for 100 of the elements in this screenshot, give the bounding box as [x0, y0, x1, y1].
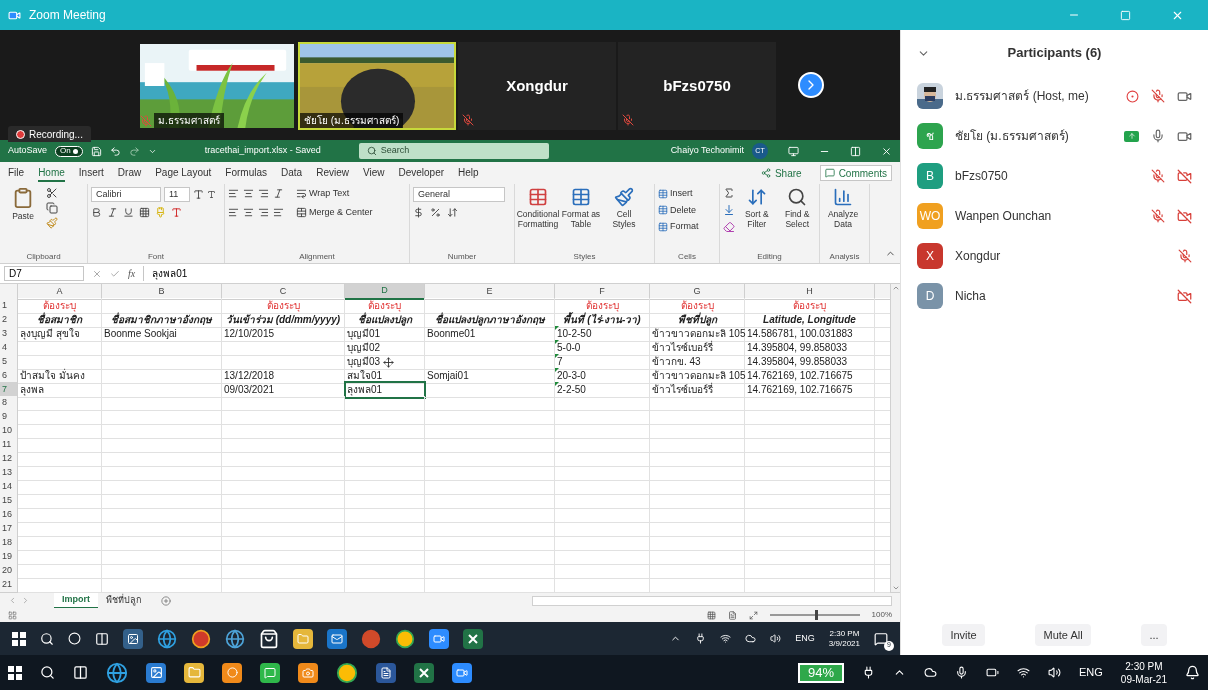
row-header[interactable]: 20 — [0, 564, 18, 579]
merge-center-button[interactable]: Merge & Center — [296, 205, 373, 219]
panel-button[interactable]: Mute All — [1035, 624, 1091, 646]
find-select-button[interactable]: Find & Select — [778, 187, 816, 229]
underline-icon[interactable] — [123, 207, 134, 218]
ribbon-display-icon[interactable] — [788, 145, 799, 157]
battery-icon[interactable] — [986, 666, 999, 679]
align-left-icon[interactable] — [228, 206, 239, 218]
participant-row[interactable]: B bFzs0750 — [901, 156, 1208, 196]
row-header[interactable]: 19 — [0, 550, 18, 565]
wrap-text-button[interactable]: Wrap Text — [296, 187, 350, 201]
number-format-field[interactable]: General — [413, 187, 505, 202]
clock[interactable]: 2:30 PM 09-Mar-21 — [1120, 659, 1167, 686]
browser-icon[interactable] — [106, 661, 128, 684]
camera-icon[interactable] — [298, 662, 318, 683]
folder-icon[interactable] — [184, 662, 204, 683]
cut-icon[interactable] — [46, 187, 58, 199]
row-header[interactable]: 14 — [0, 480, 18, 495]
document-icon[interactable] — [376, 662, 396, 683]
video-camera-icon[interactable] — [452, 662, 472, 683]
row-header[interactable]: 11 — [0, 438, 18, 453]
browser-icon[interactable] — [191, 628, 211, 649]
chat-app-icon[interactable] — [260, 662, 280, 683]
participant-row[interactable]: D Nicha — [901, 276, 1208, 316]
photo-app-icon[interactable] — [123, 628, 143, 649]
paste-button[interactable]: Paste — [3, 187, 43, 221]
speaker-icon[interactable] — [770, 633, 782, 644]
font-color-icon[interactable] — [171, 207, 182, 218]
menu-tab[interactable]: Home — [38, 164, 65, 182]
comments-button[interactable]: Comments — [819, 165, 892, 181]
row-header[interactable]: 18 — [0, 536, 18, 551]
spreadsheet-icon[interactable] — [414, 662, 434, 683]
insert-button[interactable]: Insert — [658, 187, 699, 201]
fill-icon[interactable] — [723, 204, 735, 216]
align-center-icon[interactable] — [243, 206, 254, 218]
row-header[interactable]: 16 — [0, 508, 18, 523]
participant-row[interactable]: X Xongdur — [901, 236, 1208, 276]
speaker-icon[interactable] — [1048, 666, 1061, 679]
row-header[interactable]: 13 — [0, 466, 18, 481]
photo-app-icon[interactable] — [146, 662, 166, 683]
align-bottom-icon[interactable] — [258, 188, 269, 200]
search-field[interactable]: Search — [358, 143, 549, 159]
function-label[interactable]: fx — [128, 266, 136, 281]
font-size-field[interactable]: 11 — [164, 187, 190, 202]
fill-color-icon[interactable] — [155, 207, 166, 218]
menu-tab[interactable]: Developer — [398, 164, 445, 182]
globe-icon[interactable] — [225, 628, 245, 649]
row-header[interactable]: 15 — [0, 494, 18, 509]
menu-tab[interactable]: Page Layout — [155, 164, 212, 182]
undo-icon[interactable] — [109, 145, 121, 157]
table-cell[interactable]: ลุงพล01 — [345, 382, 425, 398]
row-header[interactable]: 9 — [0, 410, 18, 425]
column-header[interactable]: G — [650, 284, 745, 300]
restore-icon[interactable] — [850, 145, 861, 157]
plug-icon[interactable] — [695, 633, 707, 644]
normal-view-icon[interactable] — [706, 610, 716, 620]
language-indicator[interactable]: ENG — [795, 631, 815, 646]
participant-row[interactable]: ช ชัยโย (ม.ธรรมศาสตร์) — [901, 116, 1208, 156]
page-layout-icon[interactable] — [727, 610, 737, 620]
row-header[interactable]: 12 — [0, 452, 18, 467]
align-middle-icon[interactable] — [243, 188, 254, 200]
wifi-icon[interactable] — [720, 633, 732, 644]
circle-icon[interactable] — [68, 632, 81, 645]
copy-icon[interactable] — [46, 202, 58, 214]
scroll-down-icon[interactable] — [891, 584, 900, 592]
align-top-icon[interactable] — [228, 188, 239, 200]
notification-icon[interactable] — [874, 631, 888, 646]
participant-row[interactable]: ม.ธรรมศาสตร์ (Host, me) — [901, 76, 1208, 116]
search-icon[interactable] — [40, 665, 55, 680]
indent-icon[interactable] — [273, 206, 284, 218]
participant-row[interactable]: WO Wanpen Ounchan — [901, 196, 1208, 236]
sort-filter-button[interactable]: Sort & Filter — [738, 187, 776, 229]
menu-tab[interactable]: Review — [316, 164, 349, 182]
column-header[interactable]: H — [745, 284, 875, 300]
currency-icon[interactable] — [413, 207, 424, 218]
menu-tab[interactable]: File — [8, 164, 25, 182]
bold-icon[interactable] — [91, 207, 102, 218]
row-header[interactable]: 17 — [0, 522, 18, 537]
column-header[interactable]: D — [345, 284, 425, 300]
menu-tab[interactable]: Formulas — [225, 164, 268, 182]
italic-icon[interactable] — [107, 207, 118, 218]
borders-icon[interactable] — [139, 207, 150, 218]
row-header[interactable]: 10 — [0, 424, 18, 439]
scroll-up-icon[interactable] — [891, 284, 900, 292]
conditional-formatting-button[interactable]: Conditional Formatting — [518, 187, 558, 229]
app-icon[interactable] — [222, 662, 242, 683]
next-page-button[interactable] — [798, 72, 824, 98]
mail-icon[interactable] — [327, 628, 347, 649]
column-header[interactable]: F — [555, 284, 650, 300]
font-shrink-icon[interactable] — [207, 190, 216, 199]
clear-icon[interactable] — [723, 221, 735, 233]
align-right-icon[interactable] — [258, 206, 269, 218]
close-icon[interactable] — [881, 145, 892, 157]
video-camera-icon[interactable] — [429, 628, 449, 649]
plug-icon[interactable] — [862, 666, 875, 679]
wifi-icon[interactable] — [1017, 666, 1030, 679]
menu-tab[interactable]: Help — [458, 164, 479, 182]
font-grow-icon[interactable] — [193, 189, 204, 200]
row-header[interactable]: 8 — [0, 396, 18, 411]
store-icon[interactable] — [259, 628, 279, 649]
